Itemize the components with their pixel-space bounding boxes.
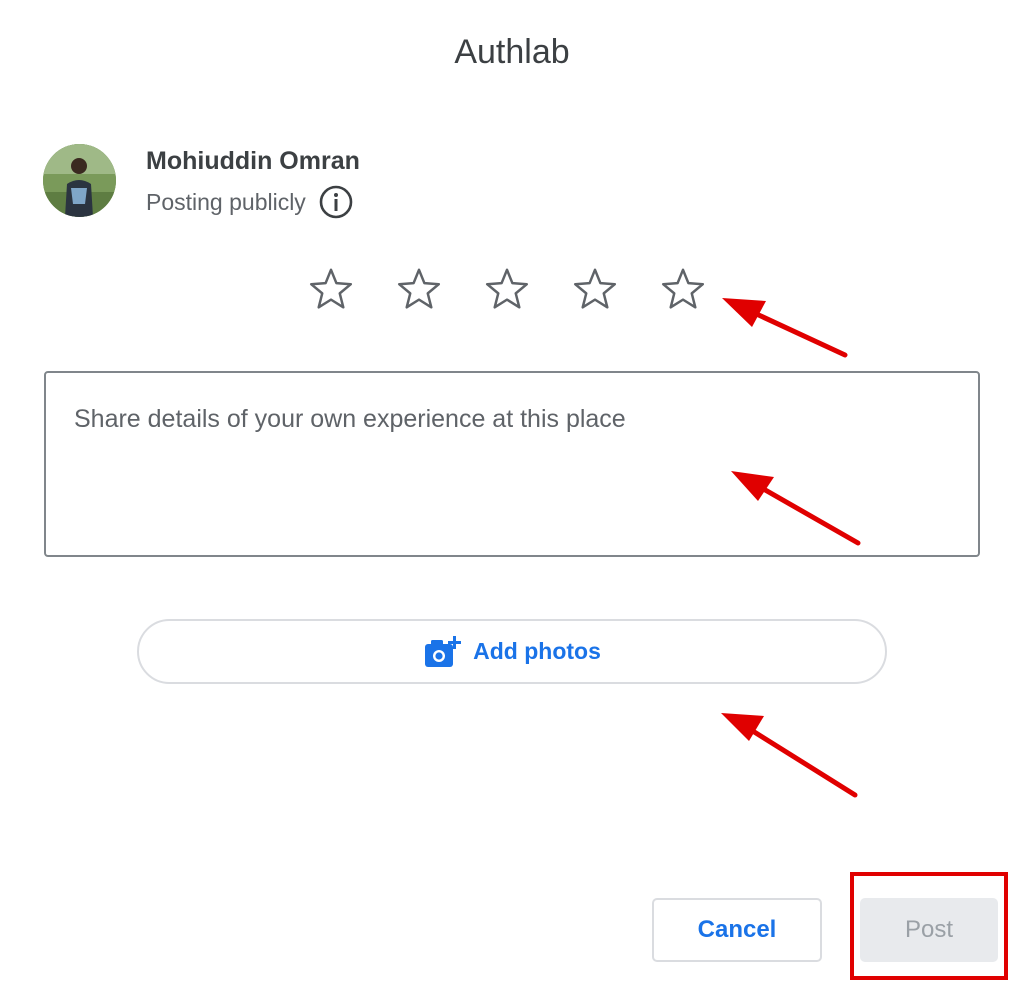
user-name: Mohiuddin Omran (146, 147, 360, 175)
add-photos-button[interactable]: Add photos (137, 619, 887, 684)
star-rating[interactable] (306, 264, 708, 314)
cancel-button[interactable]: Cancel (652, 898, 822, 962)
post-button[interactable]: Post (860, 898, 998, 962)
arrow-to-stars (722, 298, 848, 358)
review-input[interactable] (46, 373, 978, 555)
page-title: Authlab (454, 33, 570, 71)
arrow-to-add-photos (721, 713, 858, 798)
posting-status: Posting publicly (146, 189, 306, 215)
star-4-icon[interactable] (570, 264, 620, 314)
add-photos-label: Add photos (473, 638, 601, 664)
posting-status-row: Posting publicly (146, 184, 354, 220)
review-box (44, 371, 980, 557)
star-1-icon[interactable] (306, 264, 356, 314)
star-5-icon[interactable] (658, 264, 708, 314)
add-photo-camera-icon (425, 635, 462, 667)
star-3-icon[interactable] (482, 264, 532, 314)
avatar (43, 144, 116, 217)
star-2-icon[interactable] (394, 264, 444, 314)
info-icon[interactable] (318, 184, 354, 220)
